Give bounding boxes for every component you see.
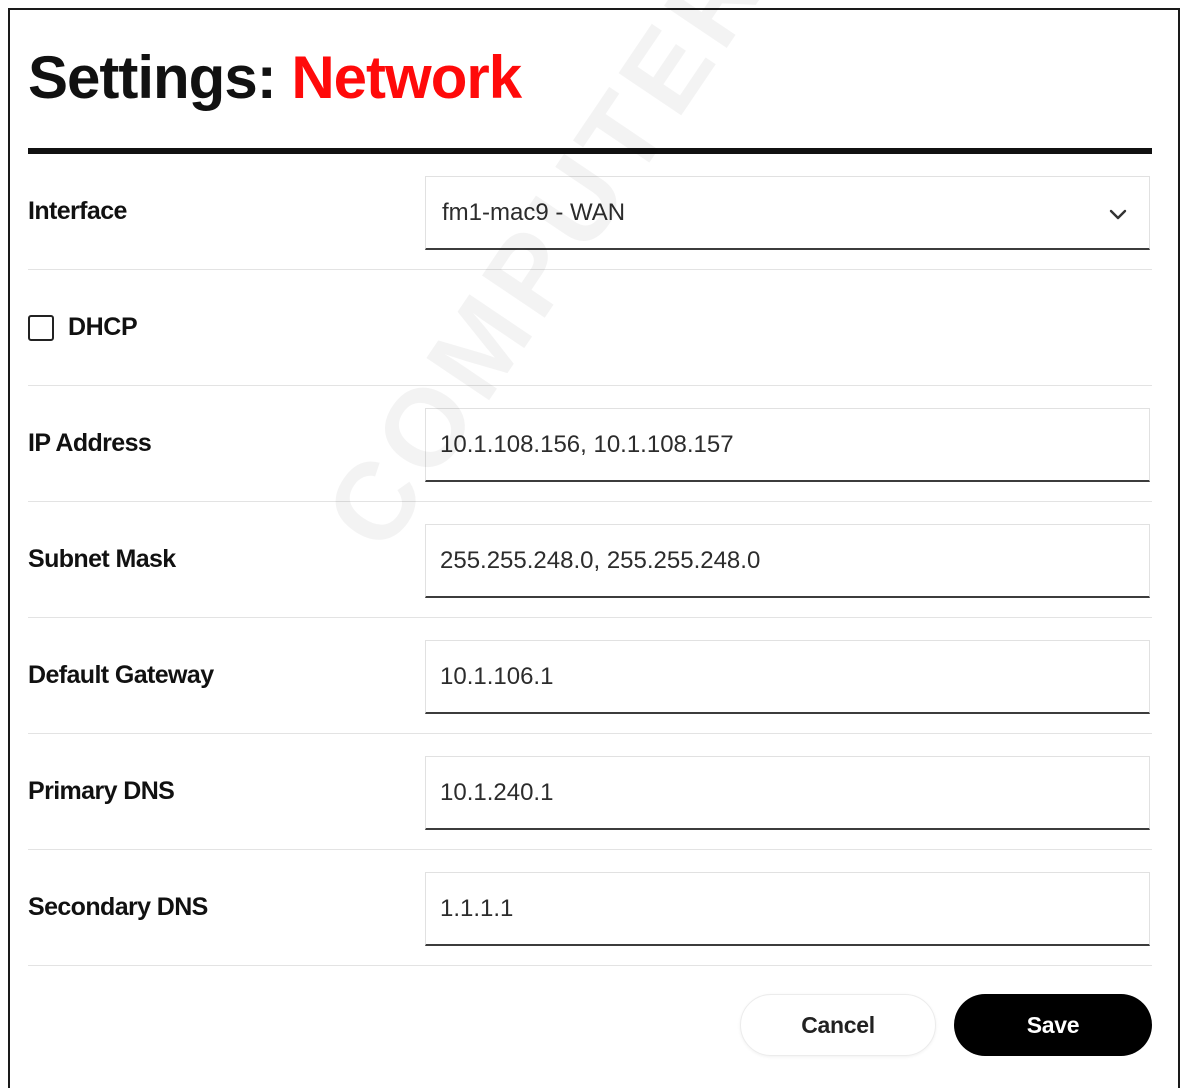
interface-row: Interface fm1-mac9 - WAN <box>28 154 1152 270</box>
dhcp-label: DHCP <box>68 313 138 341</box>
secondary-dns-label: Secondary DNS <box>28 893 208 921</box>
subnet-mask-row: Subnet Mask <box>28 502 1152 618</box>
ip-address-label: IP Address <box>28 429 152 457</box>
subnet-mask-input[interactable] <box>440 546 1120 575</box>
primary-dns-label: Primary DNS <box>28 777 175 805</box>
subnet-mask-field-box <box>425 524 1150 598</box>
ip-address-row: IP Address <box>28 386 1152 502</box>
dhcp-row: DHCP <box>28 270 1152 386</box>
chevron-down-icon <box>1109 209 1127 220</box>
title-accent: Network <box>291 44 522 111</box>
primary-dns-row: Primary DNS <box>28 734 1152 850</box>
save-button[interactable]: Save <box>954 994 1152 1056</box>
secondary-dns-field-box <box>425 872 1150 946</box>
title-prefix: Settings: <box>28 44 277 111</box>
page-title: Settings: Network <box>28 42 522 114</box>
ip-address-input[interactable] <box>440 430 1120 459</box>
secondary-dns-row: Secondary DNS <box>28 850 1152 966</box>
interface-selected-value: fm1-mac9 - WAN <box>442 198 626 226</box>
default-gateway-input[interactable] <box>440 662 1120 691</box>
ip-address-field-box <box>425 408 1150 482</box>
default-gateway-row: Default Gateway <box>28 618 1152 734</box>
interface-select[interactable]: fm1-mac9 - WAN <box>425 176 1150 250</box>
dhcp-checkbox-wrap[interactable]: DHCP <box>28 270 138 385</box>
subnet-mask-label: Subnet Mask <box>28 545 176 573</box>
primary-dns-field-box <box>425 756 1150 830</box>
default-gateway-field-box <box>425 640 1150 714</box>
interface-label: Interface <box>28 197 127 225</box>
cancel-button[interactable]: Cancel <box>740 994 936 1056</box>
secondary-dns-input[interactable] <box>440 894 1120 923</box>
dhcp-checkbox[interactable] <box>28 314 54 341</box>
primary-dns-input[interactable] <box>440 778 1120 807</box>
default-gateway-label: Default Gateway <box>28 661 214 689</box>
